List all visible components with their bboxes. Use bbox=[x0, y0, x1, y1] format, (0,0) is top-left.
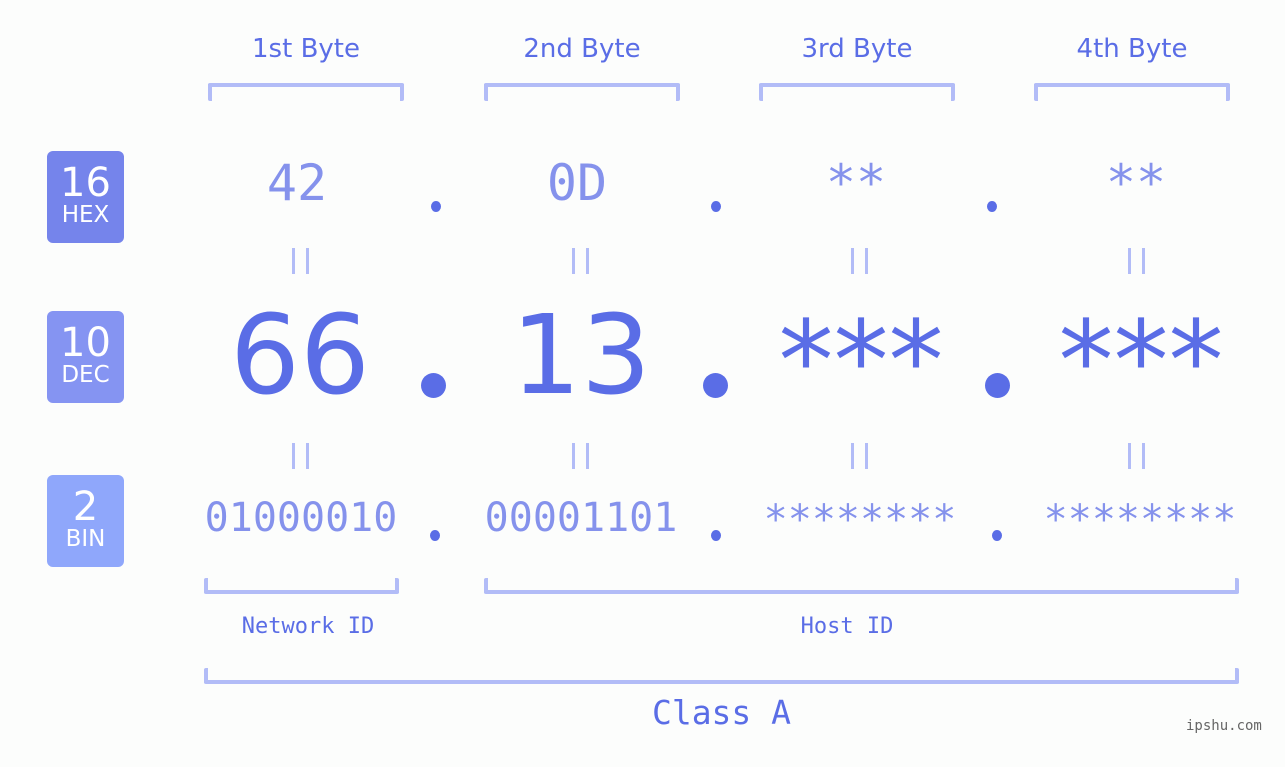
dec-byte-4: *** bbox=[1058, 297, 1224, 425]
network-id-label: Network ID bbox=[241, 614, 375, 639]
equals-icon bbox=[851, 248, 868, 274]
equals-icon bbox=[572, 443, 589, 469]
byte-bracket-1 bbox=[208, 83, 404, 101]
byte-header-3: 3rd Byte bbox=[801, 34, 913, 64]
host-id-label: Host ID bbox=[800, 614, 894, 639]
hex-separator-dot-3 bbox=[987, 201, 997, 212]
byte-header-4: 4th Byte bbox=[1076, 34, 1188, 64]
hex-base-label: HEX bbox=[61, 202, 110, 228]
watermark: ipshu.com bbox=[1186, 718, 1262, 734]
hex-byte-2: 0D bbox=[546, 154, 608, 212]
dec-badge: 10 DEC bbox=[47, 311, 124, 403]
byte-header-2: 2nd Byte bbox=[523, 34, 641, 64]
byte-bracket-4 bbox=[1034, 83, 1230, 101]
bin-byte-1: 01000010 bbox=[204, 495, 398, 541]
host-id-bracket bbox=[484, 578, 1239, 594]
hex-base-number: 16 bbox=[60, 160, 111, 206]
hex-badge: 16 HEX bbox=[47, 151, 124, 243]
byte-bracket-3 bbox=[759, 83, 955, 101]
bin-base-number: 2 bbox=[72, 484, 99, 530]
equals-icon bbox=[1128, 248, 1145, 274]
bin-byte-2: 00001101 bbox=[484, 495, 678, 541]
class-bracket bbox=[204, 668, 1239, 684]
hex-byte-4: ** bbox=[1105, 154, 1167, 212]
bin-separator-dot-2 bbox=[711, 530, 721, 541]
bin-badge: 2 BIN bbox=[47, 475, 124, 567]
network-id-bracket bbox=[204, 578, 399, 594]
hex-separator-dot-1 bbox=[431, 201, 441, 212]
dec-base-number: 10 bbox=[60, 320, 111, 366]
class-label: Class A bbox=[651, 693, 792, 732]
dec-base-label: DEC bbox=[61, 362, 110, 388]
hex-separator-dot-2 bbox=[711, 201, 721, 212]
dec-separator-dot-1 bbox=[421, 373, 446, 398]
dec-byte-2: 13 bbox=[511, 291, 651, 419]
byte-header-1: 1st Byte bbox=[252, 34, 360, 64]
dec-separator-dot-3 bbox=[985, 373, 1010, 398]
bin-separator-dot-3 bbox=[992, 530, 1002, 541]
byte-bracket-2 bbox=[484, 83, 680, 101]
equals-icon bbox=[572, 248, 589, 274]
bin-base-label: BIN bbox=[65, 526, 106, 552]
equals-icon bbox=[1128, 443, 1145, 469]
dec-byte-1: 66 bbox=[230, 291, 370, 419]
bin-byte-4: ******** bbox=[1043, 497, 1237, 543]
equals-icon bbox=[292, 248, 309, 274]
hex-byte-3: ** bbox=[825, 154, 887, 212]
hex-byte-1: 42 bbox=[266, 154, 328, 212]
equals-icon bbox=[851, 443, 868, 469]
dec-separator-dot-2 bbox=[703, 373, 728, 398]
dec-byte-3: *** bbox=[778, 297, 944, 425]
equals-icon bbox=[292, 443, 309, 469]
bin-byte-3: ******** bbox=[763, 497, 957, 543]
bin-separator-dot-1 bbox=[430, 530, 440, 541]
